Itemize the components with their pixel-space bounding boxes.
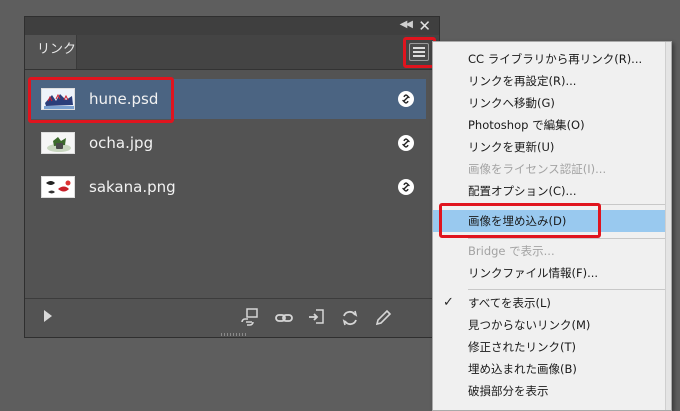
menu-item-placement-options[interactable]: 配置オプション(C)...: [433, 180, 671, 202]
checkmark-icon: ✓: [443, 295, 454, 310]
close-icon[interactable]: ✕: [418, 17, 431, 35]
list-item[interactable]: sakana.png: [31, 167, 426, 207]
link-icon: [398, 91, 414, 107]
link-icon: [398, 179, 414, 195]
menu-item-show-broken[interactable]: 破損部分を表示: [433, 380, 671, 402]
menu-scrollbar[interactable]: [665, 42, 671, 410]
relink-cc-icon[interactable]: [239, 307, 261, 329]
menu-item-relink-cc[interactable]: CC ライブラリから再リンク(R)...: [433, 48, 671, 70]
panel-tabbar: リンク: [25, 35, 439, 70]
menu-item-link-file-info[interactable]: リンクファイル情報(F)...: [433, 262, 671, 284]
panel-toolbar: [25, 298, 439, 337]
menu-item-license-image: 画像をライセンス認証(I)...: [468, 162, 607, 176]
menu-separator: [468, 238, 667, 239]
link-icon: [398, 135, 414, 151]
relink-icon[interactable]: [273, 307, 295, 329]
image-thumbnail-tea: [41, 132, 75, 154]
edit-original-icon[interactable]: [372, 307, 394, 329]
menu-item-show-in-bridge: Bridge で表示...: [468, 244, 555, 258]
double-chevron-left-icon[interactable]: ◀◀: [400, 19, 413, 30]
panel-context-menu: CC ライブラリから再リンク(R)... リンクを再設定(R)... リンクへ移…: [432, 41, 672, 411]
menu-item-go-to-link[interactable]: リンクへ移動(G): [433, 92, 671, 114]
tab-label: リンク: [37, 42, 77, 57]
menu-item-update-link[interactable]: リンクを更新(U): [433, 136, 671, 158]
file-name: sakana.png: [89, 178, 176, 196]
update-link-icon[interactable]: [339, 307, 361, 329]
resize-grip[interactable]: [221, 333, 247, 336]
go-to-link-icon[interactable]: [306, 307, 328, 329]
annotation-box-selected-item: [28, 77, 174, 123]
image-thumbnail-fish: [41, 176, 75, 198]
menu-separator: [468, 289, 667, 290]
file-name: ocha.jpg: [89, 134, 154, 152]
tab-links[interactable]: リンク: [25, 35, 77, 69]
play-icon[interactable]: [44, 310, 52, 322]
annotation-box-embed-image: [439, 203, 601, 238]
menu-item-edit-in-photoshop[interactable]: Photoshop で編集(O): [433, 114, 671, 136]
menu-item-show-modified[interactable]: 修正されたリンク(T): [433, 336, 671, 358]
links-panel: ◀◀ ✕ リンク hune.psd ocha.jpg sakana.png: [24, 16, 440, 338]
menu-item-show-all[interactable]: ✓ すべてを表示(L): [433, 292, 671, 314]
list-item[interactable]: ocha.jpg: [31, 123, 426, 163]
menu-item-show-embedded[interactable]: 埋め込まれた画像(B): [433, 358, 671, 380]
menu-item-relink[interactable]: リンクを再設定(R)...: [433, 70, 671, 92]
panel-titlebar[interactable]: ◀◀ ✕: [25, 17, 439, 36]
menu-item-show-missing[interactable]: 見つからないリンク(M): [433, 314, 671, 336]
